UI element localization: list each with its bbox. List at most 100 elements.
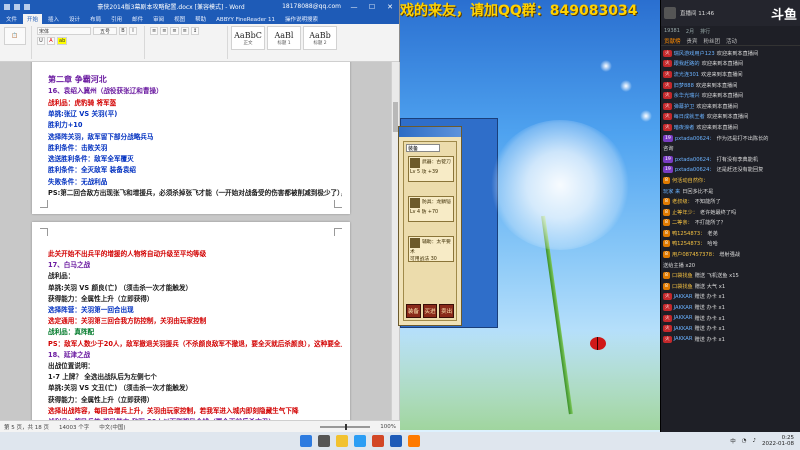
equipment-slot[interactable]: 武器：古锭刀 Lv 5 攻 +39	[408, 156, 454, 182]
chat-message[interactable]: 19 pxtada00624： 还是赶还没有能回复	[661, 165, 800, 176]
ribbon-tab[interactable]: 帮助	[191, 14, 210, 24]
document-line[interactable]: 选择出战阵容，每回合增兵上升，关羽由玩家控制，若我军进入城内即刻隐藏生气下降	[48, 405, 342, 415]
numbering-button[interactable]: ≡	[160, 27, 169, 35]
equipment-slot[interactable]: 防具：龙鳞铠 Lv 4 防 +70	[408, 196, 454, 222]
chat-list[interactable]: 火瑞风游戏用户123 欢迎来到本直播间火跟我赶路的 欢迎来到本直播间火流光连301 欢…	[661, 48, 800, 432]
close-button[interactable]: ✕	[385, 3, 395, 11]
document-line[interactable]: PS:第二回合敌方出现张飞和增援兵，必须杀掉张飞才能（一开始对战备受的伤害都被削…	[48, 187, 342, 197]
chat-username[interactable]: 弹幕护卫	[674, 103, 695, 110]
chat-message[interactable]: 咨询	[661, 143, 800, 154]
ribbon-tab[interactable]: 审阅	[149, 14, 168, 24]
chat-message[interactable]: 火每日成就王者 欢迎来到本直播间	[661, 112, 800, 123]
ribbon-tab[interactable]: 邮件	[128, 14, 147, 24]
chat-message[interactable]: 8 口袋找鱼 赠送 飞机送鱼 x15	[661, 270, 800, 281]
ribbon-tab[interactable]: 引用	[107, 14, 126, 24]
chat-username[interactable]: JAKKAR	[674, 326, 693, 332]
equipment-slot[interactable]: 辅助：太平要术 可用战法 30	[408, 236, 454, 262]
document-line[interactable]: 战利品：真阵配	[48, 326, 342, 336]
search-icon[interactable]	[318, 435, 330, 447]
word-title-bar[interactable]: 豪侠2014版3幕剧本攻略配置.docx [兼容模式] - Word 18178…	[0, 0, 399, 13]
document-line[interactable]: 第二章 争霸河北	[48, 74, 342, 85]
chat-username[interactable]: 旧梦888	[674, 82, 694, 89]
chat-username[interactable]: JAKKAR	[674, 294, 693, 300]
maximize-button[interactable]: ☐	[367, 3, 377, 11]
ribbon-tab[interactable]: 视图	[170, 14, 189, 24]
ribbon-tab[interactable]: 文件	[2, 14, 21, 24]
document-line[interactable]: 17、白马之战	[48, 259, 342, 269]
volume-icon[interactable]: ♪	[753, 438, 757, 444]
ribbon-tab[interactable]: 布局	[86, 14, 105, 24]
stream-tab[interactable]: 粉丝团	[704, 37, 721, 45]
word-count[interactable]: 14003 个字	[59, 423, 89, 431]
word-icon[interactable]	[390, 435, 402, 447]
input-method-indicator[interactable]: 中	[730, 437, 736, 445]
edge-icon[interactable]	[354, 435, 366, 447]
document-line[interactable]: 此关开始不出兵平的增援的人物将自动升级至平均等级	[48, 248, 342, 258]
chat-username[interactable]: 瑞风游戏用户123	[674, 50, 715, 57]
equipment-category-select[interactable]: 装备	[406, 144, 440, 152]
word-window[interactable]: 豪侠2014版3幕剧本攻略配置.docx [兼容模式] - Word 18178…	[0, 0, 400, 432]
chat-message[interactable]: 火旧梦888 欢迎来到本直播间	[661, 80, 800, 91]
chat-username[interactable]: pxtada00624：	[675, 166, 715, 173]
ribbon-tab[interactable]: 插入	[44, 14, 63, 24]
quick-access-toolbar[interactable]	[4, 3, 60, 10]
chat-username[interactable]: 二等亲：	[672, 219, 693, 226]
document-line[interactable]: 选择阵关羽，敌军留下部分战略兵马	[48, 131, 342, 141]
file-explorer-icon[interactable]	[336, 435, 348, 447]
stream-tab[interactable]: 贡献榜	[664, 37, 681, 45]
avatar[interactable]	[664, 7, 676, 19]
start-icon[interactable]	[300, 435, 312, 447]
chat-username[interactable]: 流光连301	[674, 71, 699, 78]
language-indicator[interactable]: 中文(中国)	[99, 423, 125, 431]
save-icon[interactable]	[4, 3, 10, 10]
chat-message[interactable]: 送给主播 x20	[661, 260, 800, 271]
chat-message[interactable]: 火余华光瑞兴 欢迎来到本直播间	[661, 90, 800, 101]
document-line[interactable]: 胜利条件：击败关羽	[48, 142, 342, 152]
chat-message[interactable]: 19 pxtada00624： 打有没有李典能机	[661, 154, 800, 165]
align-left-button[interactable]: ≡	[170, 27, 179, 35]
document-line[interactable]: 战利品：虎豹骑 将军盔	[48, 97, 342, 107]
document-line[interactable]: 单挑:关羽 VS 文丑(亡) （须击杀一次才能触发）	[48, 382, 342, 392]
document-line[interactable]: 获得能力：全属性上升（立即获得）	[48, 394, 342, 404]
chat-message[interactable]: 火跟我赶路的 欢迎来到本直播间	[661, 59, 800, 70]
italic-button[interactable]: I	[129, 27, 137, 35]
chat-username[interactable]: 余华光瑞兴	[674, 92, 700, 99]
ribbon-tab[interactable]: 开始	[23, 14, 43, 24]
chat-message[interactable]: 8 何活动自然你：	[661, 175, 800, 186]
chat-message[interactable]: 火 JAKKAR 赠送 办卡 x1	[661, 313, 800, 324]
shop-button[interactable]: 卖出	[439, 304, 455, 318]
highlight-button[interactable]: ab	[57, 37, 68, 45]
account-label[interactable]: 18178088@qq.com	[282, 3, 341, 10]
chat-message[interactable]: 火瑞风游戏用户123 欢迎来到本直播间	[661, 48, 800, 59]
page-count[interactable]: 第 5 页，共 18 页	[4, 423, 49, 431]
document-line[interactable]: 获得能力：全属性上升（立即获得）	[48, 293, 342, 303]
chat-username[interactable]: pxtada00624：	[675, 156, 715, 163]
document-line[interactable]: 单挑:关羽 VS 颜良(亡) （须击杀一次才能触发）	[48, 282, 342, 292]
document-line[interactable]: 选定通用：关羽第三回合我方防控制，关羽由玩家控制	[48, 315, 342, 325]
chat-message[interactable]: 8 口袋找鱼 赠送 大气 x1	[661, 281, 800, 292]
document-line[interactable]: 战利品：	[48, 270, 342, 280]
chat-username[interactable]: 口袋找鱼	[672, 272, 693, 279]
chat-username[interactable]: 鸭1254873：	[672, 240, 705, 247]
app-icon[interactable]	[372, 435, 384, 447]
document-line[interactable]: PS：敌军人数少于20人，敌军撤退关羽援兵（不杀颜良敌军不撤退，要全灭就后杀颜良…	[48, 338, 342, 348]
chat-username[interactable]: 口袋找鱼	[672, 283, 693, 290]
chat-username[interactable]: 暗夜浪者	[674, 124, 695, 131]
minimize-button[interactable]: —	[349, 3, 359, 11]
chat-username[interactable]: JAKKAR	[674, 336, 693, 342]
document-line[interactable]: 选择阵营：关羽第一回合出现	[48, 304, 342, 314]
chat-username[interactable]: 跟我赶路的	[674, 60, 700, 67]
chat-message[interactable]: 8 止等年少： 老许她最终了吗	[661, 207, 800, 218]
document-line[interactable]: 16、袁绍入冀州（战役获张辽和曹操）	[48, 85, 342, 95]
document-page[interactable]: 第二章 争霸河北 16、袁绍入冀州（战役获张辽和曹操） 战利品：虎豹骑 将军盔 单挑:…	[32, 62, 350, 214]
stream-window[interactable]: 直播间 11:46 斗鱼 19381 2月 排行 贡献榜 贵宾 粉丝团 活动 火瑞风游戏用…	[660, 0, 800, 432]
document-line[interactable]: 失败条件：无战利品	[48, 176, 342, 186]
game-window[interactable]: 装备 装备 买进 卖出 武器：古锭刀 Lv 5 攻 +39 防具：龙鳞铠 Lv 4 防 +…	[398, 126, 462, 326]
document-area[interactable]: 第二章 争霸河北 16、袁绍入冀州（战役获张辽和曹操） 战利品：虎豹骑 将军盔 单挑:…	[0, 62, 400, 420]
style-option[interactable]: AaBl 标题 1	[267, 26, 301, 50]
ribbon-tab[interactable]: 操作说明搜索	[281, 14, 322, 24]
chat-message[interactable]: 19 pxtada00624： 作为还是打不出陈长的	[661, 133, 800, 144]
chat-username[interactable]: JAKKAR	[674, 315, 693, 321]
shop-button[interactable]: 装备	[406, 304, 421, 318]
chat-message[interactable]: 8 老叔级： 不知能所了	[661, 196, 800, 207]
